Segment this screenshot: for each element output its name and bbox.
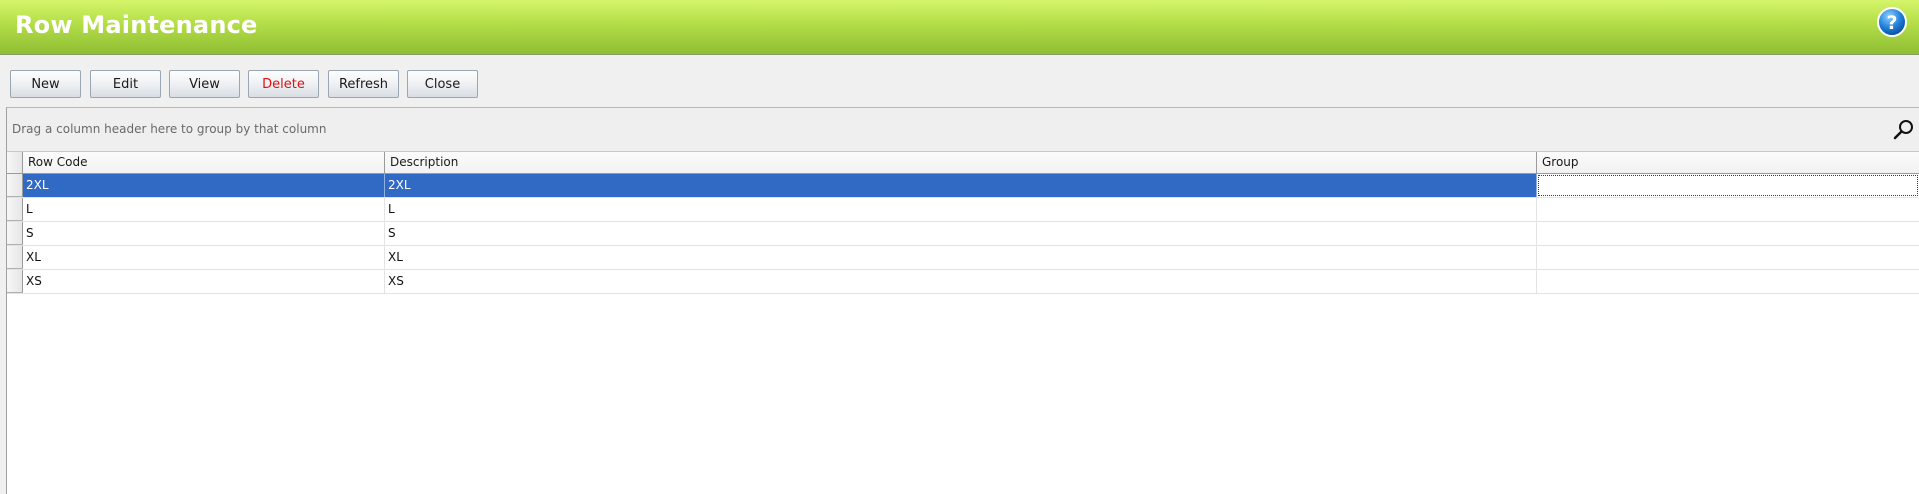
cell-group[interactable] [1537, 198, 1919, 221]
new-button[interactable]: New [10, 70, 81, 98]
row-indicator[interactable] [7, 198, 23, 221]
search-icon[interactable] [1893, 119, 1915, 141]
cell-group[interactable] [1537, 174, 1919, 197]
cell-row-code[interactable]: L [23, 198, 385, 221]
table-row[interactable]: L L [7, 198, 1919, 222]
cell-row-code[interactable]: S [23, 222, 385, 245]
cell-description[interactable]: L [385, 198, 1537, 221]
grid-header: Row Code Description Group [7, 152, 1919, 174]
toolbar: New Edit View Delete Refresh Close [0, 55, 1919, 105]
data-grid: Drag a column header here to group by th… [6, 107, 1919, 494]
window-title: Row Maintenance [15, 11, 258, 39]
close-button[interactable]: Close [407, 70, 478, 98]
header-indicator [7, 152, 23, 173]
row-indicator[interactable] [7, 246, 23, 269]
group-by-panel[interactable]: Drag a column header here to group by th… [7, 108, 1919, 152]
cell-description[interactable]: 2XL [385, 174, 1537, 197]
column-header-row-code[interactable]: Row Code [23, 152, 385, 173]
cell-group[interactable] [1537, 270, 1919, 293]
view-button[interactable]: View [169, 70, 240, 98]
delete-button[interactable]: Delete [248, 70, 319, 98]
row-indicator[interactable] [7, 270, 23, 293]
help-icon[interactable]: ? [1876, 6, 1908, 38]
table-row[interactable]: 2XL 2XL [7, 174, 1919, 198]
cell-row-code[interactable]: 2XL [23, 174, 385, 197]
table-row[interactable]: XS XS [7, 270, 1919, 294]
column-header-description[interactable]: Description [385, 152, 1537, 173]
row-indicator[interactable] [7, 174, 23, 197]
cell-group[interactable] [1537, 222, 1919, 245]
edit-button[interactable]: Edit [90, 70, 161, 98]
title-bar: Row Maintenance ? [0, 0, 1919, 55]
cell-row-code[interactable]: XS [23, 270, 385, 293]
svg-text:?: ? [1886, 12, 1897, 34]
table-row[interactable]: S S [7, 222, 1919, 246]
cell-description[interactable]: XL [385, 246, 1537, 269]
cell-description[interactable]: XS [385, 270, 1537, 293]
column-header-group[interactable]: Group [1537, 152, 1919, 173]
cell-group[interactable] [1537, 246, 1919, 269]
cell-row-code[interactable]: XL [23, 246, 385, 269]
row-indicator[interactable] [7, 222, 23, 245]
group-by-hint: Drag a column header here to group by th… [12, 122, 327, 136]
cell-description[interactable]: S [385, 222, 1537, 245]
table-row[interactable]: XL XL [7, 246, 1919, 270]
refresh-button[interactable]: Refresh [328, 70, 399, 98]
